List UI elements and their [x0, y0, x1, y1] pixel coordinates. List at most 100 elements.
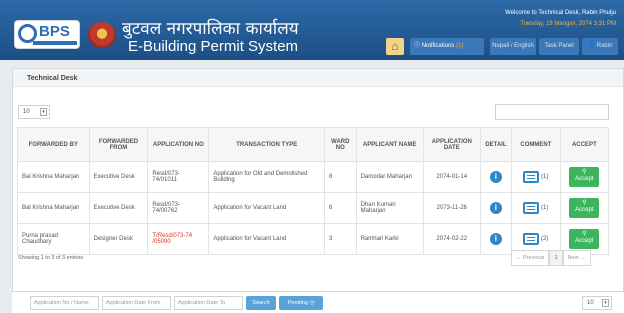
detail-cell: i: [479, 192, 513, 224]
pending-label: Pending: [287, 300, 308, 306]
info-icon[interactable]: i: [489, 171, 502, 183]
entries-info: Showing 1 to 3 of 3 entries: [18, 255, 84, 261]
search-icon: ⚲: [582, 169, 587, 175]
filter-page-size-select[interactable]: 10 ▾: [582, 296, 612, 310]
accept-button[interactable]: ⚲ Accept: [569, 167, 600, 187]
home-button[interactable]: ⌂: [386, 38, 404, 55]
col-comment[interactable]: COMMENT: [511, 127, 561, 162]
ward-no-cell: 6: [324, 192, 357, 224]
notifications-button[interactable]: ⓘ Notifications (1): [410, 38, 484, 55]
info-icon[interactable]: i: [489, 202, 502, 214]
comment-count: (1): [541, 174, 549, 180]
applications-table: FORWARDED BY FORWARDED FROM APPLICATION …: [17, 127, 610, 255]
page-size-value: 10: [23, 109, 30, 115]
logo-subtitle: [33, 41, 77, 45]
date-to-input[interactable]: Application Date To: [174, 296, 243, 310]
col-application-date[interactable]: APPLICATION DATE: [422, 127, 481, 162]
col-application-no[interactable]: APPLICATION NO: [147, 127, 210, 162]
col-forwarded-by[interactable]: FORWARDED BY: [17, 127, 90, 162]
search-icon: ⚲: [582, 231, 587, 237]
filter-bar: Application No / Name Application Date F…: [12, 291, 624, 313]
info-icon[interactable]: i: [489, 233, 502, 245]
application-no-cell: T/Resd/073-74 /05090: [147, 223, 210, 255]
forwarded-from-cell: Executive Desk: [88, 192, 149, 224]
current-date: Tuesday, 19 Mangsir, 2074 3:31 PM: [520, 21, 616, 27]
prev-page-button[interactable]: ← Previous: [511, 250, 550, 266]
notifications-label: Notifications: [421, 43, 455, 49]
accept-button[interactable]: ⚲ Accept: [569, 198, 600, 218]
forwarded-from-cell: Executive Desk: [88, 161, 149, 193]
language-toggle[interactable]: Nepali / English: [490, 38, 536, 55]
applicant-name-cell: Damodar Maharjan: [355, 161, 424, 193]
transaction-type-cell: Application for Old and Demolished Build…: [208, 161, 326, 193]
pagination: ← Previous 1 Next →: [511, 250, 591, 266]
applicant-name-cell: Ramhari Karki: [355, 223, 424, 255]
search-icon: ⚲: [582, 200, 587, 206]
table-search-input[interactable]: [495, 104, 609, 120]
col-transaction-type[interactable]: TRANSACTION TYPE: [208, 127, 326, 162]
next-page-button[interactable]: Next →: [562, 250, 591, 266]
system-title: E-Building Permit System: [128, 38, 299, 55]
comment-icon[interactable]: [523, 233, 540, 245]
comment-cell: (1): [511, 192, 561, 224]
col-forwarded-from[interactable]: FORWARDED FROM: [88, 127, 149, 162]
filter-page-size-value: 10: [587, 300, 594, 306]
accept-cell: ⚲ Accept: [559, 192, 610, 224]
transaction-type-cell: Application for Vacant Land: [208, 192, 326, 224]
office-title-nepali: बुटवल नगरपालिका कार्यालय: [122, 19, 299, 39]
detail-cell: i: [479, 223, 513, 255]
application-search-input[interactable]: Application No / Name: [30, 296, 99, 310]
table-header-row: FORWARDED BY FORWARDED FROM APPLICATION …: [17, 127, 610, 162]
panel-title: Technical Desk: [27, 75, 78, 82]
search-button[interactable]: Search: [246, 296, 276, 310]
accept-button[interactable]: ⚲ Accept: [569, 229, 600, 249]
detail-cell: i: [479, 161, 513, 193]
comment-icon[interactable]: [523, 202, 540, 214]
panel-header: Technical Desk: [13, 69, 623, 87]
forwarded-by-cell: Bal Krishna Maharjan: [17, 161, 90, 193]
application-no-cell: Resd/073-74/00762: [147, 192, 210, 224]
chevron-down-icon: ▾: [40, 108, 47, 116]
date-from-input[interactable]: Application Date From: [102, 296, 171, 310]
table-row: Bal Krishna Maharjan Executive Desk Resd/0…: [17, 192, 610, 224]
comment-cell: (1): [511, 161, 561, 193]
task-panel-button[interactable]: Task Panel: [539, 38, 579, 55]
app-header: BPS बुटवल नगरपालिका कार्यालय E-Building …: [0, 0, 624, 60]
pending-button[interactable]: Pending ◷: [279, 296, 323, 310]
applicant-name-cell: Dhan Kumari Maharjan: [355, 192, 424, 224]
chevron-down-icon: ▾: [602, 299, 609, 307]
ward-no-cell: 8: [324, 161, 357, 193]
forwarded-from-cell: Designer Desk: [88, 223, 149, 255]
comment-icon[interactable]: [523, 171, 540, 183]
application-date-cell: 2073-11-26: [422, 192, 481, 224]
accept-label: Accept: [575, 207, 594, 213]
info-icon: ⓘ: [414, 43, 421, 49]
bps-logo[interactable]: BPS: [14, 20, 80, 49]
forwarded-by-cell: Bal Krishna Maharjan: [17, 192, 90, 224]
welcome-text: Welcome to Technical Desk, Rabin Phulju: [505, 10, 616, 16]
notifications-count: (1): [456, 43, 464, 49]
accept-label: Accept: [575, 176, 594, 182]
page-size-select[interactable]: 10 ▾: [18, 105, 50, 119]
table-row: Bal Krishna Maharjan Executive Desk Resd/0…: [17, 161, 610, 193]
col-applicant-name[interactable]: APPLICANT NAME: [355, 127, 424, 162]
col-ward-no[interactable]: WARD NO: [324, 127, 357, 162]
forwarded-by-cell: Purna prasad Chaudhary: [17, 223, 90, 255]
application-date-cell: 2074-01-14: [422, 161, 481, 193]
page-1-button[interactable]: 1: [549, 250, 563, 266]
municipality-emblem-icon: [88, 22, 116, 48]
application-date-cell: 2074-02-22: [422, 223, 481, 255]
home-icon: ⌂: [391, 39, 399, 53]
user-icon: 👤: [587, 43, 596, 49]
transaction-type-cell: Application for Vacant Land: [208, 223, 326, 255]
user-menu[interactable]: 👤 Rabin: [582, 38, 618, 55]
pending-icon: ◷: [309, 300, 315, 306]
application-no-cell: Resd/073-74/01011: [147, 161, 210, 193]
comment-count: (1): [541, 205, 549, 211]
accept-cell: ⚲ Accept: [559, 161, 610, 193]
user-name: Rabin: [596, 43, 613, 49]
col-detail[interactable]: DETAIL: [479, 127, 513, 162]
comment-count: (2): [541, 236, 549, 242]
col-accept[interactable]: ACCEPT: [559, 127, 610, 162]
logo-text: BPS: [39, 23, 70, 40]
